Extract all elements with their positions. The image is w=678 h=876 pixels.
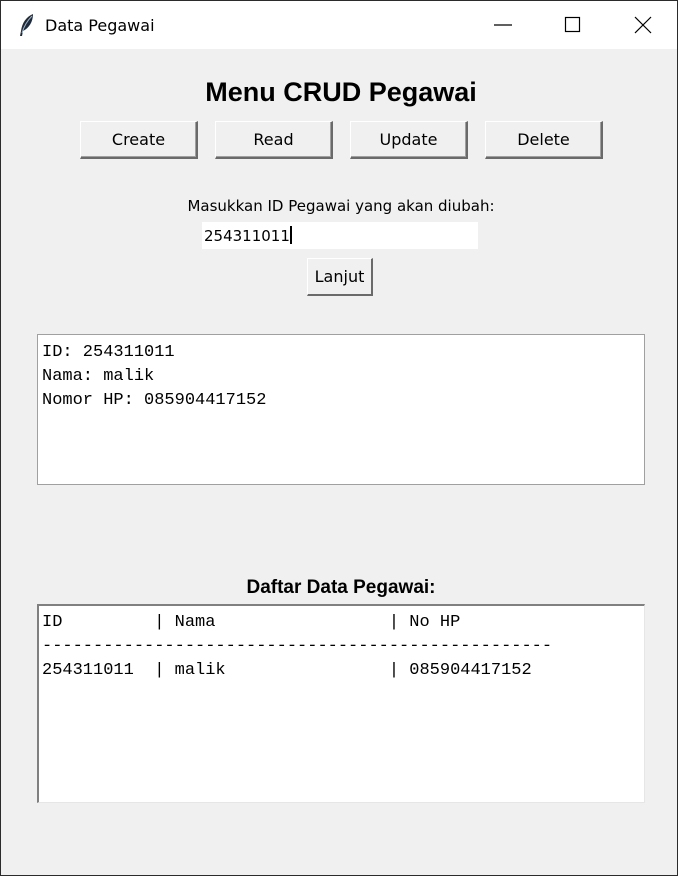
list-title: Daftar Data Pegawai: <box>246 577 436 598</box>
employee-id-input[interactable]: 254311011 <box>202 222 478 249</box>
feather-icon <box>17 13 37 37</box>
employee-id-value: 254311011 <box>204 227 290 245</box>
close-button[interactable] <box>609 1 677 49</box>
create-button[interactable]: Create <box>80 121 198 159</box>
page-title: Menu CRUD Pegawai <box>205 77 477 107</box>
window-title: Data Pegawai <box>45 16 155 35</box>
result-textbox[interactable]: ID: 254311011 Nama: malik Nomor HP: 085904… <box>37 334 645 485</box>
result-line-id: ID: 254311011 <box>42 343 175 362</box>
app-window: Data Pegawai Menu CRUD Pegawai Create Re… <box>0 0 678 876</box>
result-line-name: Nama: malik <box>42 367 155 386</box>
read-button[interactable]: Read <box>215 121 333 159</box>
maximize-button[interactable] <box>539 1 607 49</box>
lanjut-button[interactable]: Lanjut <box>307 258 373 296</box>
result-line-phone: Nomor HP: 085904417152 <box>42 391 267 410</box>
title-bar[interactable]: Data Pegawai <box>1 1 677 49</box>
list-separator: ----------------------------------------… <box>42 637 553 656</box>
minimize-icon <box>494 24 512 26</box>
maximize-icon <box>564 16 581 33</box>
delete-button[interactable]: Delete <box>485 121 603 159</box>
list-item: 254311011 | malik | 085904417152 <box>42 661 532 680</box>
minimize-button[interactable] <box>469 1 537 49</box>
id-prompt-label: Masukkan ID Pegawai yang akan diubah: <box>187 197 495 215</box>
list-header-row: ID | Nama | No HP <box>42 613 461 632</box>
employee-list-textbox[interactable]: ID | Nama | No HP -----------------------… <box>37 604 645 803</box>
update-button[interactable]: Update <box>350 121 468 159</box>
close-icon <box>634 16 652 34</box>
text-cursor <box>289 226 292 244</box>
